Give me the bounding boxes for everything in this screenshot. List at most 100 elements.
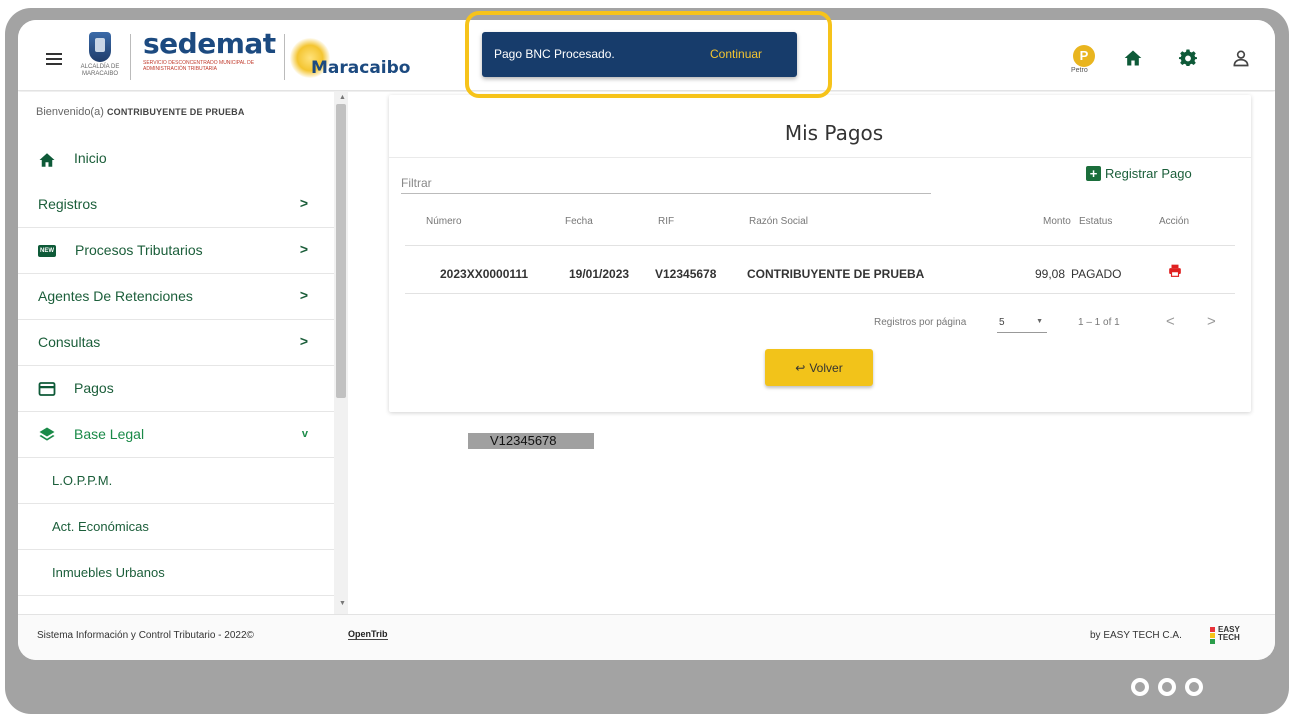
sidebar-subitem-label: L.O.P.P.M. <box>52 473 113 488</box>
sidebar-subitem-label: Inmuebles Urbanos <box>52 565 165 580</box>
prev-page-button[interactable]: < <box>1166 313 1175 330</box>
footer-credit: by EASY TECH C.A. <box>1090 630 1182 641</box>
sidebar-subitem-loppm[interactable]: L.O.P.P.M. <box>18 458 334 504</box>
slide-dot[interactable] <box>1185 678 1203 696</box>
sidebar-subitem-label: Act. Económicas <box>52 519 149 534</box>
cell-numero: 2023XX0000111 <box>440 267 529 281</box>
city-logo-text: Maracaibo <box>311 58 411 78</box>
scroll-up-icon[interactable]: ▲ <box>339 94 346 101</box>
next-page-button[interactable]: > <box>1207 313 1216 330</box>
sidebar-item-procesos-tributarios[interactable]: NEW Procesos Tributarios > <box>18 228 334 274</box>
column-header: Estatus <box>1079 216 1113 227</box>
shield-icon <box>89 32 111 62</box>
slide-dot[interactable] <box>1158 678 1176 696</box>
column-header: RIF <box>658 216 675 227</box>
sidebar-item-label: Consultas <box>38 334 101 350</box>
rif-caption: V12345678 <box>468 433 594 449</box>
rows-per-page-select[interactable]: 5 ▼ <box>997 313 1047 333</box>
register-payment-label: Registrar Pago <box>1105 166 1192 181</box>
sidebar-subitem-inmuebles-urbanos[interactable]: Inmuebles Urbanos <box>18 550 334 596</box>
app-screen: ALCALDÍA DE MARACAIBO sedemat SERVICIO D… <box>18 20 1275 660</box>
scrollbar-thumb[interactable] <box>336 104 346 398</box>
sidebar: Bienvenido(a) CONTRIBUYENTE DE PRUEBA In… <box>18 92 348 614</box>
sidebar-item-label: Procesos Tributarios <box>75 242 203 258</box>
column-header: Número <box>426 216 462 227</box>
easytech-logo-text: EASY TECH <box>1218 625 1240 642</box>
column-header: Monto <box>1043 216 1071 227</box>
sidebar-item-registros[interactable]: Registros > <box>18 182 334 228</box>
sidebar-item-label: Registros <box>38 196 98 212</box>
layers-icon <box>39 427 55 441</box>
divider <box>130 34 131 80</box>
new-badge: NEW <box>38 245 56 257</box>
register-payment-button[interactable]: + Registrar Pago <box>1086 166 1192 181</box>
sidebar-item-label: Inicio <box>74 150 107 166</box>
brand-subtitle: SERVICIO DESCONCENTRADO MUNICIPAL DE ADM… <box>143 60 255 72</box>
footer: Sistema Información y Control Tributario… <box>18 614 1275 660</box>
filter-field[interactable] <box>401 168 931 194</box>
gear-icon[interactable] <box>1178 48 1198 68</box>
page-title: Mis Pagos <box>784 121 884 145</box>
petro-label: Petro <box>1071 67 1088 74</box>
chevron-right-icon: > <box>299 287 308 303</box>
petro-icon[interactable]: P <box>1073 45 1095 67</box>
printer-icon[interactable] <box>1168 263 1182 278</box>
rows-per-page-label: Registros por página <box>874 317 967 328</box>
sedemat-logo: sedemat SERVICIO DESCONCENTRADO MUNICIPA… <box>143 27 276 73</box>
pagination-range: 1 – 1 of 1 <box>1078 317 1120 328</box>
column-header: Razón Social <box>749 216 808 227</box>
chevron-down-icon: v <box>301 428 308 440</box>
cell-estatus: PAGADO <box>1071 267 1122 281</box>
sidebar-item-label: Agentes De Retenciones <box>38 288 193 304</box>
notification-snackbar: Pago BNC Procesado. Continuar <box>482 32 797 77</box>
filter-input[interactable] <box>401 172 931 194</box>
easytech-logo: EASY TECH <box>1210 625 1240 647</box>
divider <box>284 34 285 80</box>
cell-monto: 99,08 <box>1035 267 1066 281</box>
divider <box>405 293 1235 294</box>
brand-title: sedemat <box>143 27 276 60</box>
plus-icon: + <box>1086 166 1101 181</box>
cell-razon-social: CONTRIBUYENTE DE PRUEBA <box>747 267 925 281</box>
page-frame: ALCALDÍA DE MARACAIBO sedemat SERVICIO D… <box>0 0 1291 715</box>
rows-per-page-value: 5 <box>999 317 1005 328</box>
chevron-right-icon: > <box>299 333 308 349</box>
back-button-label: Volver <box>809 360 843 375</box>
sidebar-item-label: Pagos <box>74 380 114 396</box>
alcaldia-logo: ALCALDÍA DE MARACAIBO <box>78 32 122 88</box>
continue-button[interactable]: Continuar <box>710 47 762 61</box>
payments-card: Mis Pagos + Registrar Pago Número Fecha … <box>389 95 1251 412</box>
chevron-right-icon: > <box>299 241 308 257</box>
sidebar-item-label: Base Legal <box>74 426 145 442</box>
opentrib-logo[interactable]: OpenTrib <box>348 629 388 640</box>
sidebar-item-inicio[interactable]: Inicio <box>18 136 334 182</box>
slide-indicators[interactable] <box>1131 678 1203 696</box>
column-header: Acción <box>1159 216 1190 227</box>
home-icon <box>39 153 55 167</box>
main-content: Mis Pagos + Registrar Pago Número Fecha … <box>348 92 1275 614</box>
scroll-down-icon[interactable]: ▼ <box>339 600 346 607</box>
sidebar-item-base-legal[interactable]: Base Legal v <box>18 412 334 458</box>
welcome-user: CONTRIBUYENTE DE PRUEBA <box>106 107 245 117</box>
sidebar-item-consultas[interactable]: Consultas > <box>18 320 334 366</box>
alcaldia-text: ALCALDÍA DE MARACAIBO <box>80 64 120 77</box>
notification-message: Pago BNC Procesado. <box>494 47 615 61</box>
card-icon <box>38 382 56 396</box>
footer-copyright: Sistema Información y Control Tributario… <box>37 630 254 641</box>
sidebar-scrollbar[interactable]: ▲ ▼ <box>334 92 348 614</box>
dropdown-arrow-icon: ▼ <box>1036 318 1043 325</box>
menu-icon[interactable] <box>46 53 62 65</box>
sidebar-subitem-act-economicas[interactable]: Act. Económicas <box>18 504 334 550</box>
user-icon[interactable] <box>1231 48 1251 68</box>
divider <box>389 157 1251 158</box>
sidebar-item-agentes-de-retenciones[interactable]: Agentes De Retenciones > <box>18 274 334 320</box>
slide-dot[interactable] <box>1131 678 1149 696</box>
divider <box>405 245 1235 246</box>
cell-fecha: 19/01/2023 <box>569 267 630 281</box>
sidebar-item-pagos[interactable]: Pagos <box>18 366 334 412</box>
home-icon[interactable] <box>1123 48 1143 68</box>
back-arrow-icon: ↩ <box>795 360 806 375</box>
chevron-right-icon: > <box>299 195 308 211</box>
cell-rif: V12345678 <box>655 267 717 281</box>
back-button[interactable]: ↩ Volver <box>765 349 873 386</box>
